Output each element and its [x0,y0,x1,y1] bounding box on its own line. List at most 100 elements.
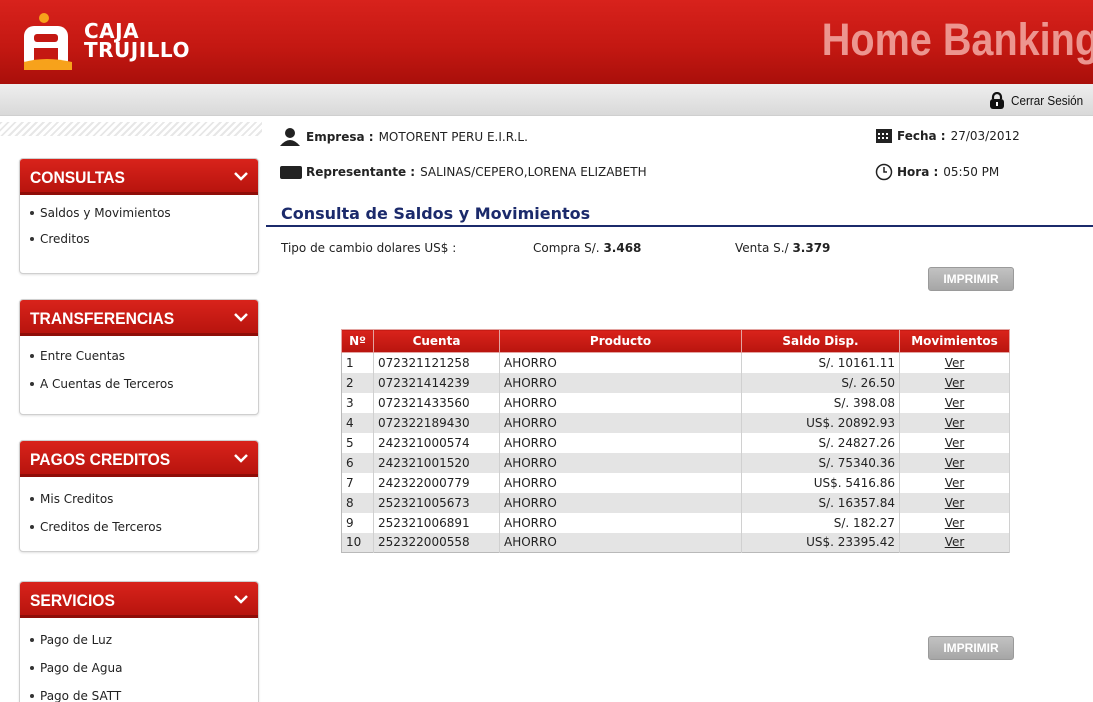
movements-cell: Ver [899,512,1010,533]
view-movements-link[interactable]: Ver [945,516,965,530]
sidebar-item-label: Pago de SATT [40,689,122,702]
product-name: AHORRO [499,372,742,393]
view-movements-link[interactable]: Ver [945,496,965,510]
menu-pagos-creditos: PAGOS CREDITOS Mis Creditos Creditos de … [19,440,259,552]
view-movements-link[interactable]: Ver [945,356,965,370]
product-name: AHORRO [499,472,742,493]
menu-servicios: SERVICIOS Pago de Luz Pago de Agua Pago … [19,581,259,702]
chevron-down-icon [234,454,248,463]
movements-cell: Ver [899,412,1010,433]
sidebar-item-pago-de-luz[interactable]: Pago de Luz [30,626,258,654]
product-name: AHORRO [499,432,742,453]
available-balance: US$. 20892.93 [741,412,900,433]
sidebar-hatch-divider [0,122,262,136]
view-movements-link[interactable]: Ver [945,476,965,490]
table-row: 6 242321001520 AHORRO S/. 75340.36 Ver [341,452,1010,473]
bullet-icon [30,353,34,358]
bullet-icon [30,693,34,698]
available-balance: S/. 24827.26 [741,432,900,453]
movements-cell: Ver [899,492,1010,513]
account-number: 242321000574 [373,432,500,453]
menu-consultas: CONSULTAS Saldos y Movimientos Creditos [19,158,259,274]
menu-title: PAGOS CREDITOS [30,450,171,469]
clock-icon [875,163,893,181]
sidebar-item-label: A Cuentas de Terceros [40,377,174,391]
sidebar-item-a-cuentas-de-terceros[interactable]: A Cuentas de Terceros [30,370,258,398]
available-balance: S/. 16357.84 [741,492,900,513]
id-card-icon [280,166,302,179]
empresa-label: Empresa : [306,130,374,144]
title-divider [266,225,1093,227]
calendar-icon [876,129,892,143]
account-number: 242322000779 [373,472,500,493]
menu-transferencias: TRANSFERENCIAS Entre Cuentas A Cuentas d… [19,299,259,415]
account-number: 072321433560 [373,392,500,413]
movements-cell: Ver [899,532,1010,553]
view-movements-link[interactable]: Ver [945,456,965,470]
view-movements-link[interactable]: Ver [945,396,965,410]
logout-button[interactable]: Cerrar Sesión [989,92,1091,109]
sidebar-item-saldos-y-movimientos[interactable]: Saldos y Movimientos [30,199,258,227]
movements-cell: Ver [899,392,1010,413]
exchange-rate-label: Tipo de cambio dolares US$ : [281,241,457,255]
sidebar-item-mis-creditos[interactable]: Mis Creditos [30,485,258,513]
view-movements-link[interactable]: Ver [945,535,965,549]
product-name: AHORRO [499,352,742,373]
menu-header-pagos-creditos[interactable]: PAGOS CREDITOS [20,441,258,477]
menu-header-servicios[interactable]: SERVICIOS [20,582,258,618]
chevron-down-icon [234,313,248,322]
menu-title: TRANSFERENCIAS [30,309,175,328]
movements-cell: Ver [899,452,1010,473]
page-title: Consulta de Saldos y Movimientos [281,204,591,223]
column-header-saldo: Saldo Disp. [741,329,900,353]
column-header-producto: Producto [499,329,742,353]
account-number: 072321414239 [373,372,500,393]
account-number: 072321121258 [373,352,500,373]
sidebar-item-creditos-de-terceros[interactable]: Creditos de Terceros [30,513,258,541]
product-name: AHORRO [499,412,742,433]
view-movements-link[interactable]: Ver [945,436,965,450]
row-number: 2 [341,372,374,393]
menu-title: CONSULTAS [30,168,126,187]
print-button-top[interactable]: IMPRIMIR [928,267,1014,291]
venta-value: 3.379 [792,241,831,255]
venta-label: Venta S./ [735,241,789,255]
sidebar-item-label: Pago de Agua [40,661,123,675]
product-name: AHORRO [499,532,742,553]
print-button-bottom[interactable]: IMPRIMIR [928,636,1014,660]
empresa-info: Empresa : MOTORENT PERU E.I.R.L. [280,128,528,146]
product-name: AHORRO [499,452,742,473]
chevron-down-icon [234,595,248,604]
brand-name: CAJA TRUJILLO [84,21,190,60]
menu-title: SERVICIOS [30,591,115,610]
menu-header-consultas[interactable]: CONSULTAS [20,159,258,195]
row-number: 10 [341,532,374,553]
representante-label: Representante : [306,165,416,179]
sidebar-item-label: Pago de Luz [40,633,113,647]
sidebar-item-entre-cuentas[interactable]: Entre Cuentas [30,342,258,370]
product-name: AHORRO [499,512,742,533]
sidebar-item-pago-de-satt[interactable]: Pago de SATT [30,682,258,702]
view-movements-link[interactable]: Ver [945,376,965,390]
sidebar-item-creditos[interactable]: Creditos [30,227,258,251]
sidebar-item-pago-de-agua[interactable]: Pago de Agua [30,654,258,682]
sidebar-item-label: Creditos de Terceros [40,520,162,534]
account-number: 072322189430 [373,412,500,433]
row-number: 8 [341,492,374,513]
menu-header-transferencias[interactable]: TRANSFERENCIAS [20,300,258,336]
row-number: 1 [341,352,374,373]
column-header-number: Nº [341,329,374,353]
chevron-down-icon [234,172,248,181]
movements-cell: Ver [899,352,1010,373]
product-name: AHORRO [499,492,742,513]
representante-value: SALINAS/CEPERO,LORENA ELIZABETH [420,165,647,179]
movements-cell: Ver [899,432,1010,453]
hora-info: Hora : 05:50 PM [875,163,999,181]
table-row: 4 072322189430 AHORRO US$. 20892.93 Ver [341,412,1010,433]
sidebar-item-label: Entre Cuentas [40,349,126,363]
account-number: 242321001520 [373,452,500,473]
account-number: 252322000558 [373,532,500,553]
view-movements-link[interactable]: Ver [945,416,965,430]
user-icon [280,128,300,146]
bullet-icon [30,665,34,670]
